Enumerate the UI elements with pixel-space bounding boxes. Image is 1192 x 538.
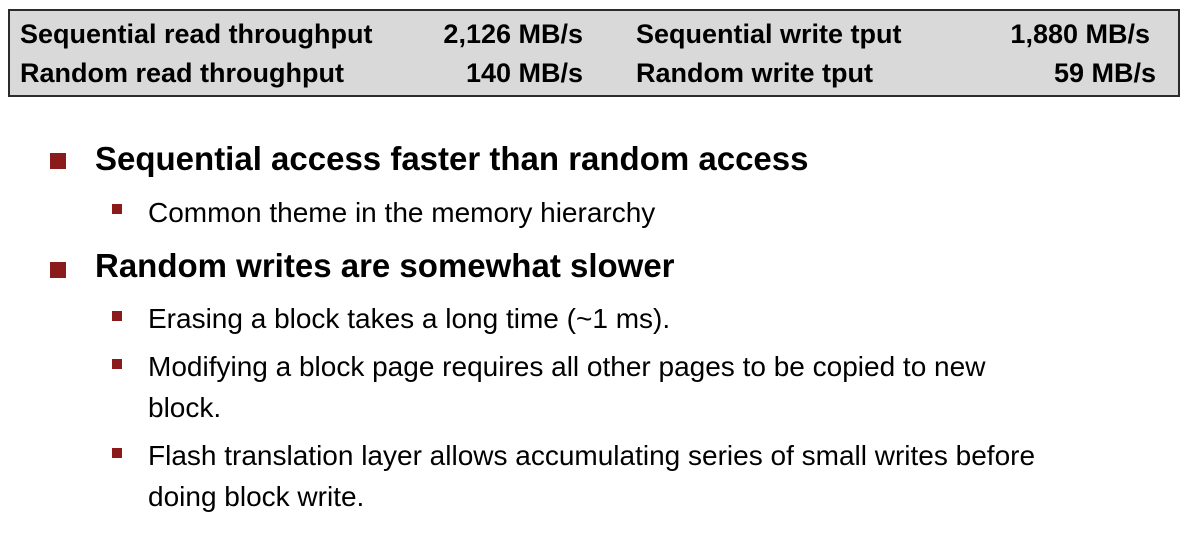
bullet-item-random-writes: Random writes are somewhat slower (95, 247, 675, 284)
rand-write-value: 59 MB/s (1053, 58, 1156, 88)
bullet-item-sequential: Sequential access faster than random acc… (95, 140, 809, 177)
bullet-square-icon (50, 262, 66, 278)
sub-bullet-square-icon (112, 448, 122, 458)
table-row: Sequential read throughput 2,126 MB/s Se… (10, 14, 1178, 54)
seq-write-label: Sequential write tput (636, 19, 902, 49)
sub-bullet-square-icon (112, 311, 122, 321)
seq-read-value: 2,126 MB/s (443, 19, 583, 49)
throughput-table: Sequential read throughput 2,126 MB/s Se… (8, 9, 1180, 97)
sub-bullet-square-icon (112, 204, 122, 214)
sub-bullet-memory-hierarchy: Common theme in the memory hierarchy (148, 197, 656, 228)
bullet-square-icon (50, 153, 66, 169)
sub-bullet-square-icon (112, 359, 122, 369)
rand-read-value: 140 MB/s (465, 58, 583, 88)
rand-write-label: Random write tput (636, 58, 873, 88)
seq-write-value: 1,880 MB/s (1010, 19, 1150, 49)
sub-bullet-erasing: Erasing a block takes a long time (~1 ms… (148, 303, 671, 334)
sub-bullet-modifying: Modifying a block page requires all othe… (148, 351, 986, 423)
rand-read-label: Random read throughput (20, 58, 344, 88)
sub-bullet-ftl: Flash translation layer allows accumulat… (148, 440, 1036, 512)
table-row: Random read throughput 140 MB/s Random w… (10, 53, 1178, 93)
seq-read-label: Sequential read throughput (20, 19, 373, 49)
